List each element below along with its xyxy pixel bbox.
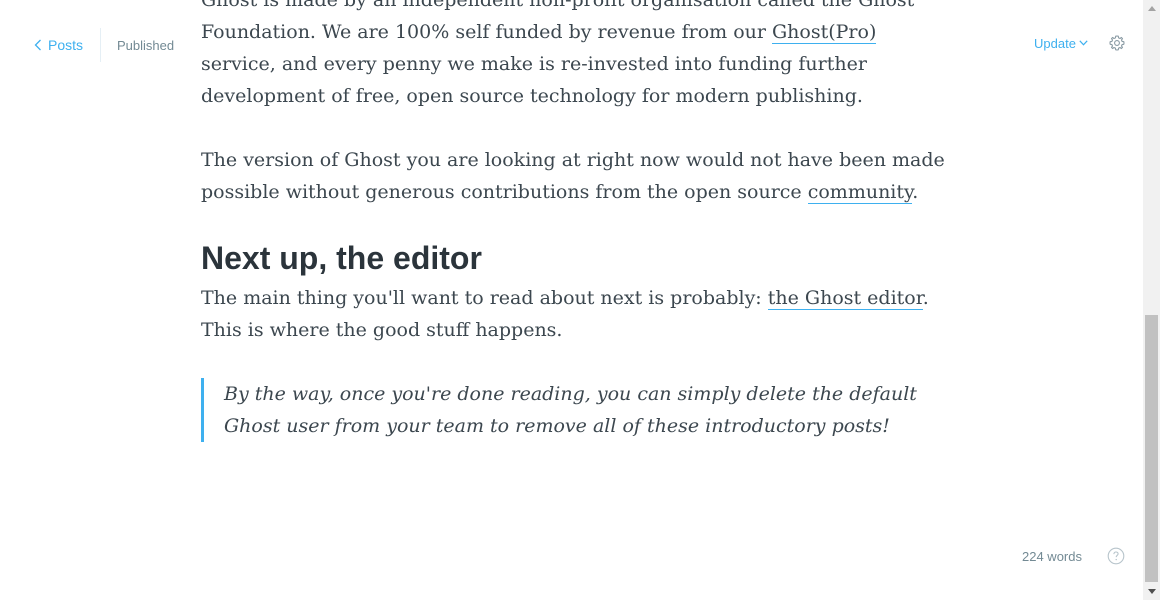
header-divider [100, 28, 102, 62]
ghost-editor-link[interactable]: the Ghost editor [767, 287, 923, 310]
editor-header-left: Posts Published [34, 28, 174, 62]
help-button[interactable] [1107, 547, 1125, 569]
paragraph-community: The version of Ghost you are looking at … [201, 144, 946, 208]
post-settings-button[interactable] [1109, 35, 1125, 51]
editor-content[interactable]: Ghost is made by an independent non-prof… [201, 0, 946, 442]
editor-header-right: Update [1034, 33, 1125, 53]
word-count: 224 words [1022, 549, 1082, 564]
community-link[interactable]: community [807, 181, 913, 204]
triangle-up-icon [1147, 6, 1156, 11]
section-heading: Next up, the editor [201, 240, 482, 276]
gear-icon [1109, 35, 1125, 51]
blockquote: By the way, once you're done reading, yo… [201, 378, 946, 442]
paragraph-text: service, and every penny we make is re-i… [201, 53, 867, 107]
paragraph-foundation: Ghost is made by an independent non-prof… [201, 0, 946, 112]
back-to-posts-link[interactable]: Posts [34, 37, 83, 53]
scrollbar-thumb[interactable] [1145, 315, 1158, 582]
post-status: Published [117, 37, 175, 53]
update-label: Update [1034, 35, 1076, 51]
triangle-down-icon [1147, 589, 1156, 594]
back-label: Posts [48, 37, 84, 53]
ghost-pro-link[interactable]: Ghost(Pro) [772, 21, 877, 44]
vertical-scrollbar[interactable] [1143, 0, 1160, 600]
paragraph-next-up: The main thing you'll want to read about… [201, 282, 946, 346]
chevron-down-icon [1079, 40, 1088, 46]
paragraph-text: . [912, 181, 919, 203]
paragraph-text: The main thing you'll want to read about… [201, 287, 768, 309]
update-button[interactable]: Update [1034, 36, 1088, 51]
scroll-down-arrow[interactable] [1143, 583, 1160, 600]
question-circle-icon [1107, 547, 1125, 565]
chevron-left-icon [34, 39, 41, 51]
scroll-up-arrow[interactable] [1143, 0, 1160, 17]
